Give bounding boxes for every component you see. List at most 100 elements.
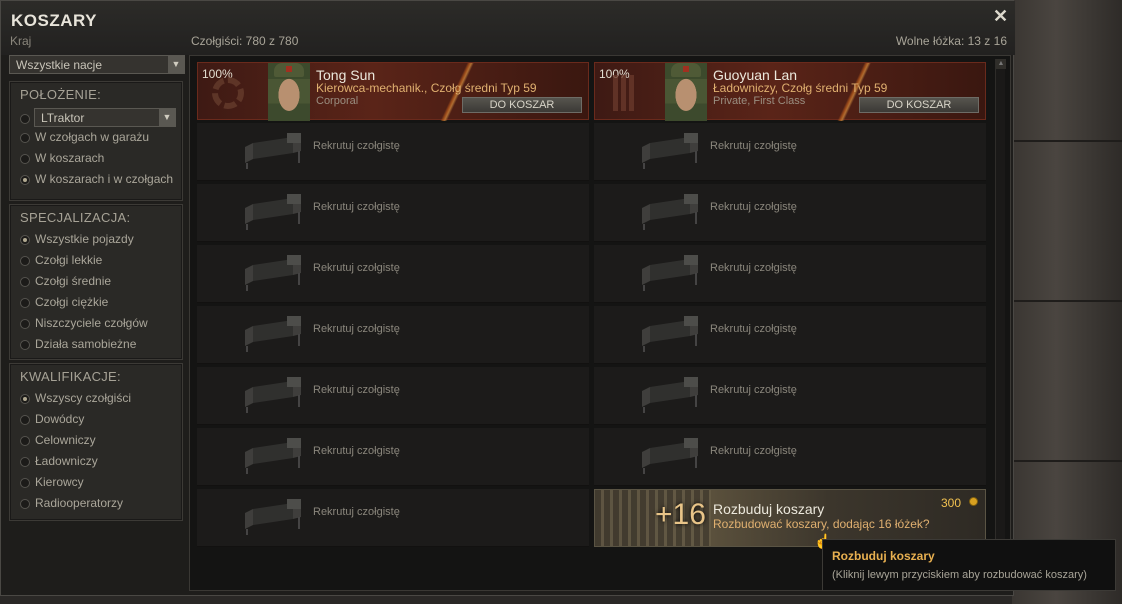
bed-icon (245, 438, 301, 474)
scrollbar[interactable]: ▲ (995, 59, 1006, 587)
title-bar (1, 1, 1015, 55)
recruit-label: Rekrutuj czołgistę (710, 323, 797, 335)
bed-icon (642, 194, 698, 230)
bed-icon (245, 499, 301, 535)
recruit-slot[interactable]: Rekrutuj czołgistę (594, 123, 986, 181)
filter-option[interactable]: Wszyscy czołgiści (10, 388, 182, 409)
nation-dropdown[interactable]: Wszystkie nacje ▼ (9, 55, 185, 74)
filter-option[interactable]: W czołgach w garażu (10, 127, 184, 148)
recruit-slot[interactable]: Rekrutuj czołgistę (594, 428, 986, 486)
recruit-slot[interactable]: Rekrutuj czołgistę (594, 306, 986, 364)
tankman-role: Ładowniczy, Czołg średni Typ 59 (713, 81, 888, 95)
radio-icon (20, 436, 30, 446)
filter-option[interactable]: W koszarach (10, 148, 184, 169)
recruit-slot[interactable]: Rekrutuj czołgistę (197, 489, 589, 547)
tankman-rank: Private, First Class (713, 95, 806, 107)
radio-icon (20, 256, 30, 266)
recruit-label: Rekrutuj czołgistę (313, 201, 400, 213)
filter-option[interactable]: Radiooperatorzy (10, 493, 182, 514)
recruit-label: Rekrutuj czołgistę (313, 140, 400, 152)
nation-dropdown-value: Wszystkie nacje (16, 58, 103, 72)
qualification-options: Wszyscy czołgiści Dowódcy Celowniczy Ładown… (10, 388, 182, 514)
star-icon (286, 66, 292, 72)
bed-icon (642, 377, 698, 413)
filter-option[interactable]: Wszystkie pojazdy (10, 229, 182, 250)
recruit-label: Rekrutuj czołgistę (313, 323, 400, 335)
nation-label: Kraj (10, 34, 32, 48)
recruit-slot[interactable]: Rekrutuj czołgistę (197, 184, 589, 242)
recruit-slot[interactable]: Rekrutuj czołgistę (594, 184, 986, 242)
location-filter-title: POŁOŻENIE: (20, 87, 102, 102)
recruit-slot[interactable]: Rekrutuj czołgistę (197, 367, 589, 425)
tankmen-count: Czołgiści: 780 z 780 (191, 34, 299, 48)
radio-icon (20, 114, 30, 124)
qualification-filter-title: KWALIFIKACJE: (20, 369, 121, 384)
close-icon[interactable]: ✕ (993, 6, 1008, 27)
filter-option-label: W koszarach i w czołgach (35, 172, 174, 186)
filter-option-label: Ładowniczy (35, 454, 98, 468)
expand-barracks-description: Rozbudować koszary, dodając 16 łóżek? (713, 517, 930, 531)
recruit-label: Rekrutuj czołgistę (313, 262, 400, 274)
recruit-slot[interactable]: Rekrutuj czołgistę (197, 123, 589, 181)
location-radio-tank[interactable] (10, 108, 35, 129)
bed-icon (245, 194, 301, 230)
extra-beds-count: +16 (655, 498, 706, 531)
location-filter-panel: POŁOŻENIE: LTraktor ▼ W czołgach w garaż… (9, 81, 183, 201)
radio-icon (20, 457, 30, 467)
tank-dropdown[interactable]: LTraktor ▼ (34, 108, 176, 127)
free-beds-count: Wolne łóżka: 13 z 16 (895, 34, 1007, 48)
gold-price: 300 (941, 496, 962, 510)
bed-icon (245, 133, 301, 169)
recruit-label: Rekrutuj czołgistę (710, 140, 797, 152)
bed-icon (642, 133, 698, 169)
recruit-label: Rekrutuj czołgistę (710, 445, 797, 457)
recruit-label: Rekrutuj czołgistę (313, 384, 400, 396)
to-barracks-button[interactable]: DO KOSZAR (859, 97, 979, 113)
recruit-label: Rekrutuj czołgistę (313, 506, 400, 518)
radio-icon (20, 478, 30, 488)
filter-option[interactable]: Niszczyciele czołgów (10, 313, 182, 334)
filter-option[interactable]: Ładowniczy (10, 451, 182, 472)
radio-icon (20, 277, 30, 287)
filter-option-label: W czołgach w garażu (35, 130, 150, 144)
recruit-label: Rekrutuj czołgistę (313, 445, 400, 457)
scroll-up-icon[interactable]: ▲ (996, 59, 1006, 69)
filter-option[interactable]: Czołgi lekkie (10, 250, 182, 271)
recruit-slot[interactable]: Rekrutuj czołgistę (197, 428, 589, 486)
to-barracks-button[interactable]: DO KOSZAR (462, 97, 582, 113)
filter-option[interactable]: W koszarach i w czołgach (10, 169, 184, 190)
star-icon (683, 66, 689, 72)
background-wall (1012, 0, 1122, 604)
filter-option-label: Czołgi lekkie (35, 253, 103, 267)
tankman-card[interactable]: 100% Guoyuan Lan Ładowniczy, Czołg średni … (594, 62, 986, 121)
filter-option-label: Działa samobieżne (35, 337, 137, 351)
filter-option[interactable]: Działa samobieżne (10, 334, 182, 355)
filter-option[interactable]: Czołgi średnie (10, 271, 182, 292)
recruit-slot[interactable]: Rekrutuj czołgistę (197, 245, 589, 303)
qualification-filter-panel: KWALIFIKACJE: Wszyscy czołgiści Dowódcy Ce… (9, 363, 183, 521)
radio-icon (20, 415, 30, 425)
bed-icon (245, 377, 301, 413)
tooltip-title: Rozbuduj koszary (832, 549, 935, 563)
bed-icon (245, 316, 301, 352)
wall-plank (1012, 140, 1122, 142)
filter-option[interactable]: Dowódcy (10, 409, 182, 430)
filter-option[interactable]: Kierowcy (10, 472, 182, 493)
filter-option-label: Czołgi ciężkie (35, 295, 109, 309)
radio-icon (20, 394, 30, 404)
filter-option[interactable]: Czołgi ciężkie (10, 292, 182, 313)
recruit-slot[interactable]: Rekrutuj czołgistę (594, 367, 986, 425)
radio-icon (20, 133, 30, 143)
recruit-slot[interactable]: Rekrutuj czołgistę (197, 306, 589, 364)
recruit-slot[interactable]: Rekrutuj czołgistę (594, 245, 986, 303)
window-title: KOSZARY (11, 11, 97, 30)
filter-option[interactable]: Celowniczy (10, 430, 182, 451)
tooltip-body: (Kliknij lewym przyciskiem aby rozbudowa… (832, 569, 1087, 581)
chevron-down-icon: ▼ (168, 56, 184, 73)
tankman-portrait (665, 63, 707, 121)
bed-icon (642, 316, 698, 352)
filter-option-label: Czołgi średnie (35, 274, 112, 288)
tankman-card[interactable]: 100% Tong Sun Kierowca-mechanik., Czołg śr… (197, 62, 589, 121)
radio-icon (20, 175, 30, 185)
tankman-portrait (268, 63, 310, 121)
